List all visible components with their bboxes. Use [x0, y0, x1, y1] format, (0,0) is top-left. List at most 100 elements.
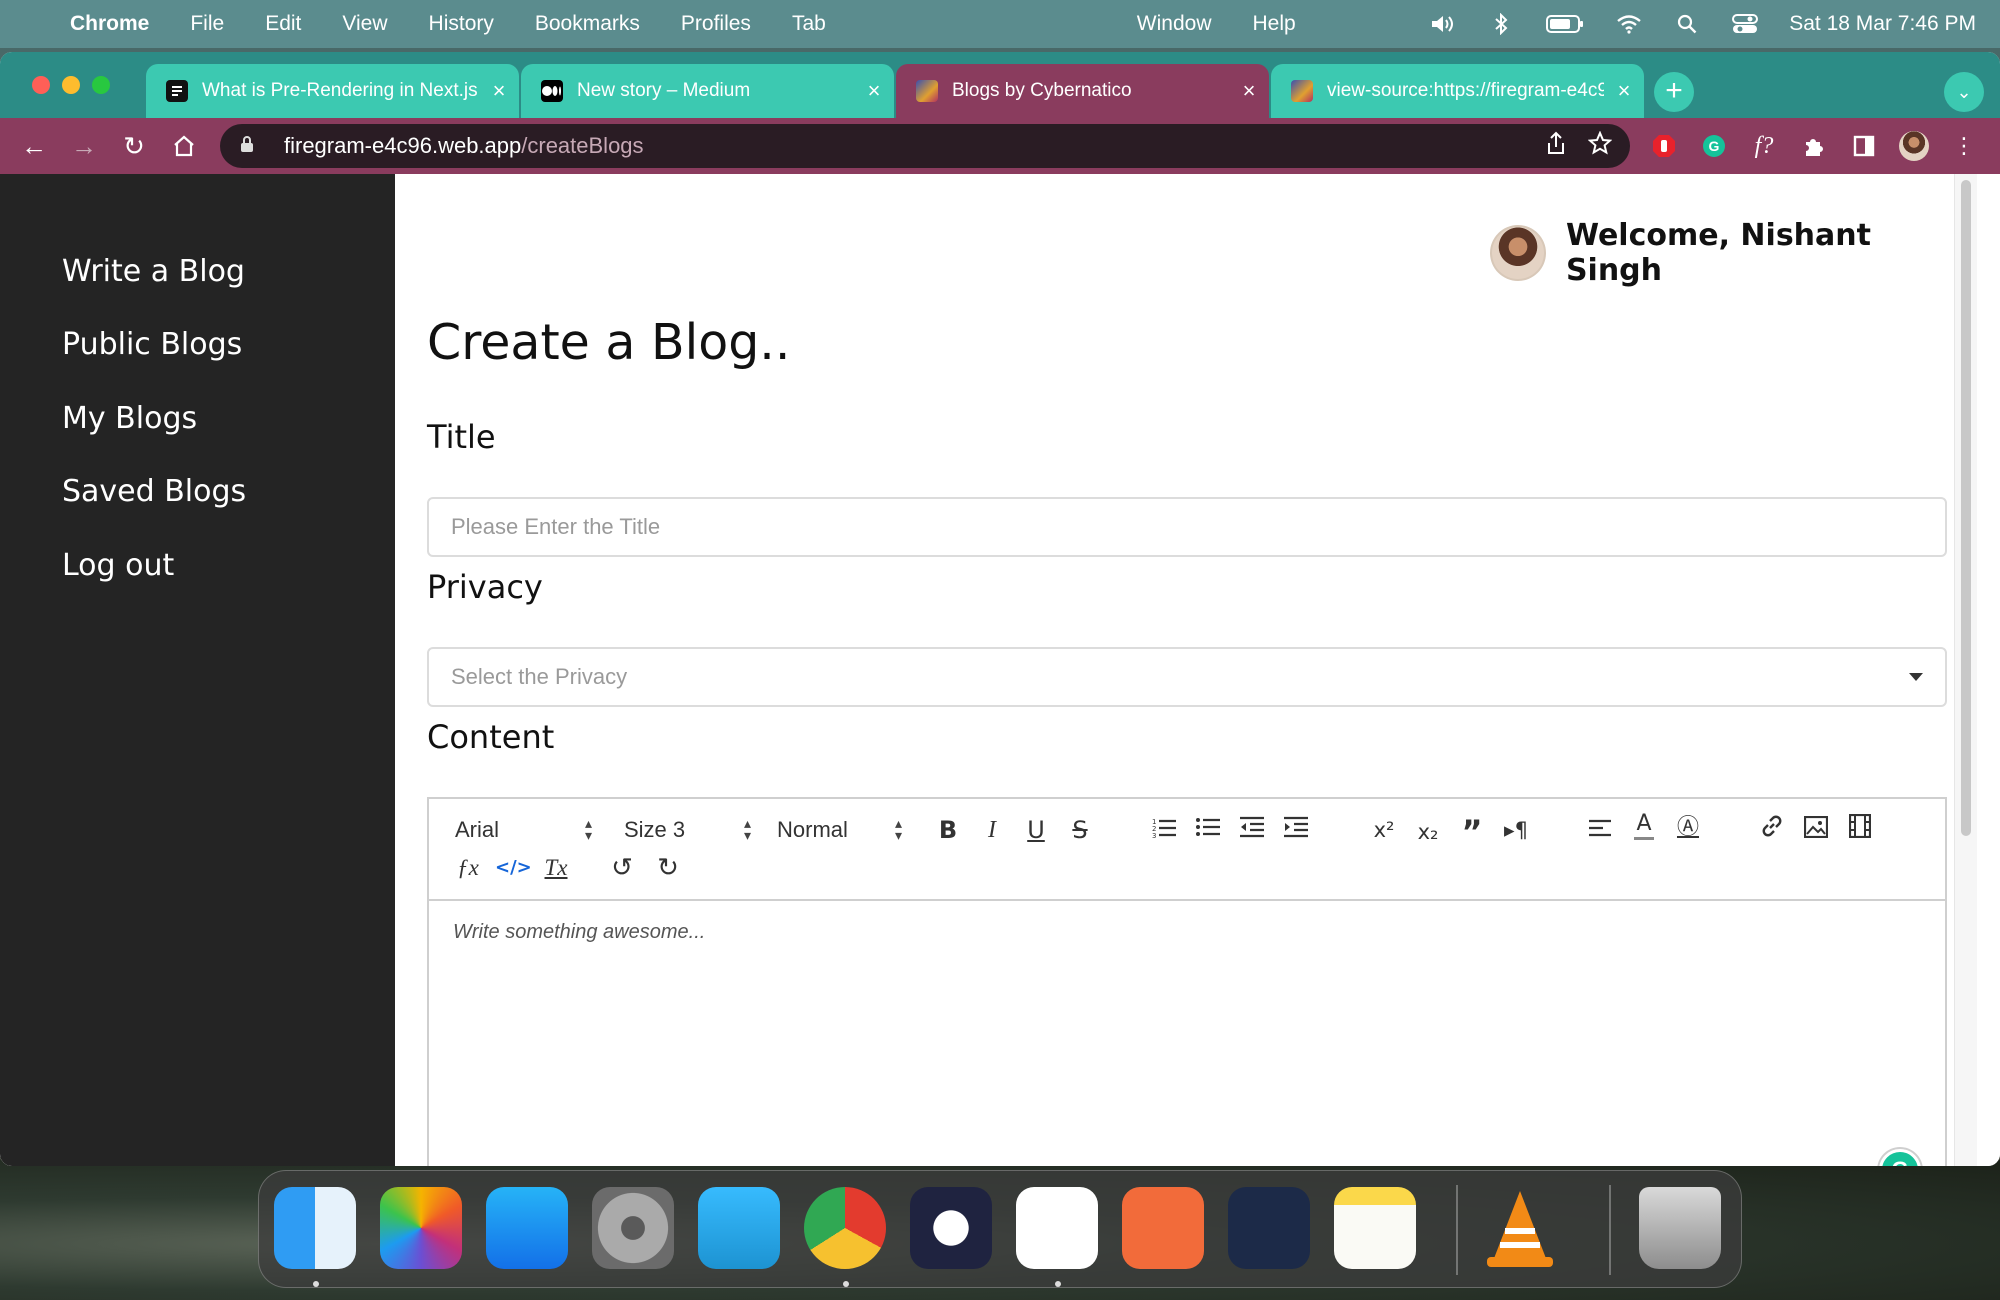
close-window-button[interactable]: [32, 76, 50, 94]
side-panel-icon[interactable]: [1848, 126, 1880, 166]
reload-icon[interactable]: ↻: [114, 126, 154, 166]
obs-icon[interactable]: [910, 1187, 992, 1269]
address-bar[interactable]: firegram-e4c96.web.app/createBlogs: [220, 124, 1630, 168]
menu-help[interactable]: Help: [1253, 12, 1296, 36]
tab-prerendering[interactable]: What is Pre-Rendering in Next.js ×: [146, 64, 519, 118]
scrollbar[interactable]: [1954, 174, 1977, 1166]
font-picker[interactable]: Arial ▴ ▾: [455, 816, 605, 843]
menu-file[interactable]: File: [190, 12, 224, 36]
formula-icon[interactable]: ƒx: [451, 851, 485, 885]
video-icon[interactable]: [1843, 813, 1877, 847]
notes-icon[interactable]: [1334, 1187, 1416, 1269]
blockquote-icon[interactable]: ”: [1455, 815, 1489, 849]
svg-text:G: G: [1709, 138, 1720, 154]
text-direction-icon[interactable]: ▸¶: [1499, 813, 1533, 847]
underline-icon[interactable]: U: [1019, 813, 1053, 847]
bullet-list-icon[interactable]: [1191, 813, 1225, 847]
outdent-icon[interactable]: [1235, 813, 1269, 847]
share-icon[interactable]: [1546, 131, 1566, 161]
postman-icon[interactable]: [1122, 1187, 1204, 1269]
close-tab-icon[interactable]: ×: [479, 78, 519, 104]
zoom-window-button[interactable]: [92, 76, 110, 94]
puzzle-extensions-icon[interactable]: [1798, 126, 1830, 166]
menu-edit[interactable]: Edit: [265, 12, 301, 36]
sidebar-item-my-blogs[interactable]: My Blogs: [62, 401, 197, 436]
telegram-icon[interactable]: [698, 1187, 780, 1269]
text-color-icon[interactable]: A: [1627, 811, 1661, 845]
minimize-window-button[interactable]: [62, 76, 80, 94]
tab-medium[interactable]: New story – Medium ×: [521, 64, 894, 118]
finder-icon[interactable]: [274, 1187, 356, 1269]
trash-icon[interactable]: [1639, 1187, 1721, 1269]
scrollbar-thumb[interactable]: [1961, 180, 1971, 836]
lock-icon[interactable]: [240, 135, 266, 158]
menu-window[interactable]: Window: [1137, 12, 1212, 36]
grammarly-extension-icon[interactable]: G: [1698, 126, 1730, 166]
menu-bookmarks[interactable]: Bookmarks: [535, 12, 640, 36]
dock: [258, 1170, 1742, 1288]
sidebar-item-log-out[interactable]: Log out: [62, 548, 174, 583]
header-picker[interactable]: Normal ▴ ▾: [777, 816, 917, 843]
align-icon[interactable]: [1583, 813, 1617, 847]
sidebar-item-public-blogs[interactable]: Public Blogs: [62, 327, 242, 362]
indent-icon[interactable]: [1279, 813, 1313, 847]
vlc-icon[interactable]: [1479, 1187, 1561, 1269]
tab-view-source[interactable]: view-source:https://firegram-e4c96.web.a…: [1271, 64, 1644, 118]
system-preferences-icon[interactable]: [592, 1187, 674, 1269]
davinci-resolve-icon[interactable]: [1228, 1187, 1310, 1269]
avatar[interactable]: [1490, 225, 1546, 281]
redo-icon[interactable]: ↻: [651, 851, 685, 885]
bluetooth-icon[interactable]: [1487, 13, 1515, 35]
menu-view[interactable]: View: [342, 12, 387, 36]
photos-icon[interactable]: [380, 1187, 462, 1269]
menu-app-name[interactable]: Chrome: [70, 12, 149, 36]
background-color-icon[interactable]: Ⓐ: [1671, 811, 1705, 845]
size-picker[interactable]: Size 3 ▴ ▾: [624, 816, 764, 843]
home-icon[interactable]: [164, 126, 204, 166]
undo-icon[interactable]: ↺: [605, 851, 639, 885]
vscode-icon[interactable]: [1016, 1187, 1098, 1269]
spotlight-search-icon[interactable]: [1673, 14, 1701, 34]
chrome-icon[interactable]: [804, 1187, 886, 1269]
volume-icon[interactable]: [1429, 14, 1457, 34]
font-extension-icon[interactable]: f?: [1748, 126, 1780, 166]
code-block-icon[interactable]: </>: [495, 851, 532, 885]
close-tab-icon[interactable]: ×: [854, 78, 894, 104]
app-store-icon[interactable]: [486, 1187, 568, 1269]
sidebar-item-saved-blogs[interactable]: Saved Blogs: [62, 474, 246, 509]
control-center-icon[interactable]: [1731, 14, 1759, 34]
menu-clock[interactable]: Sat 18 Mar 7:46 PM: [1789, 12, 1976, 36]
battery-icon[interactable]: [1545, 14, 1585, 34]
tab-cybernatico[interactable]: Blogs by Cybernatico ×: [896, 64, 1269, 118]
forward-icon[interactable]: →: [64, 126, 104, 166]
wifi-icon[interactable]: [1615, 14, 1643, 34]
bookmark-star-icon[interactable]: [1587, 130, 1613, 161]
subscript-icon[interactable]: x₂: [1411, 815, 1445, 849]
editor-content-area[interactable]: Write something awesome...: [453, 921, 705, 944]
strike-icon[interactable]: S: [1063, 813, 1097, 847]
menu-history[interactable]: History: [429, 12, 494, 36]
image-icon[interactable]: [1799, 813, 1833, 847]
close-tab-icon[interactable]: ×: [1229, 78, 1269, 104]
grammarly-icon[interactable]: G: [1879, 1149, 1921, 1166]
close-tab-icon[interactable]: ×: [1604, 78, 1644, 104]
bold-icon[interactable]: B: [931, 813, 965, 847]
link-icon[interactable]: [1755, 813, 1789, 847]
more-menu-icon[interactable]: ⋮: [1948, 126, 1980, 166]
title-input[interactable]: Please Enter the Title: [427, 497, 1947, 557]
new-tab-button[interactable]: +: [1654, 72, 1694, 112]
back-icon[interactable]: ←: [14, 126, 54, 166]
adblock-extension-icon[interactable]: [1648, 126, 1680, 166]
privacy-select[interactable]: Select the Privacy: [427, 647, 1947, 707]
title-label: Title: [427, 418, 496, 456]
menu-tab[interactable]: Tab: [792, 12, 826, 36]
sidebar-item-write-blog[interactable]: Write a Blog: [62, 254, 245, 289]
italic-icon[interactable]: I: [975, 813, 1009, 847]
menu-profiles[interactable]: Profiles: [681, 12, 751, 36]
clear-format-icon[interactable]: Tx: [539, 851, 573, 885]
privacy-label: Privacy: [427, 568, 543, 606]
tab-search-button[interactable]: ⌄: [1944, 72, 1984, 112]
profile-avatar-icon[interactable]: [1898, 126, 1930, 166]
ordered-list-icon[interactable]: 123: [1147, 813, 1181, 847]
superscript-icon[interactable]: x²: [1367, 813, 1401, 847]
